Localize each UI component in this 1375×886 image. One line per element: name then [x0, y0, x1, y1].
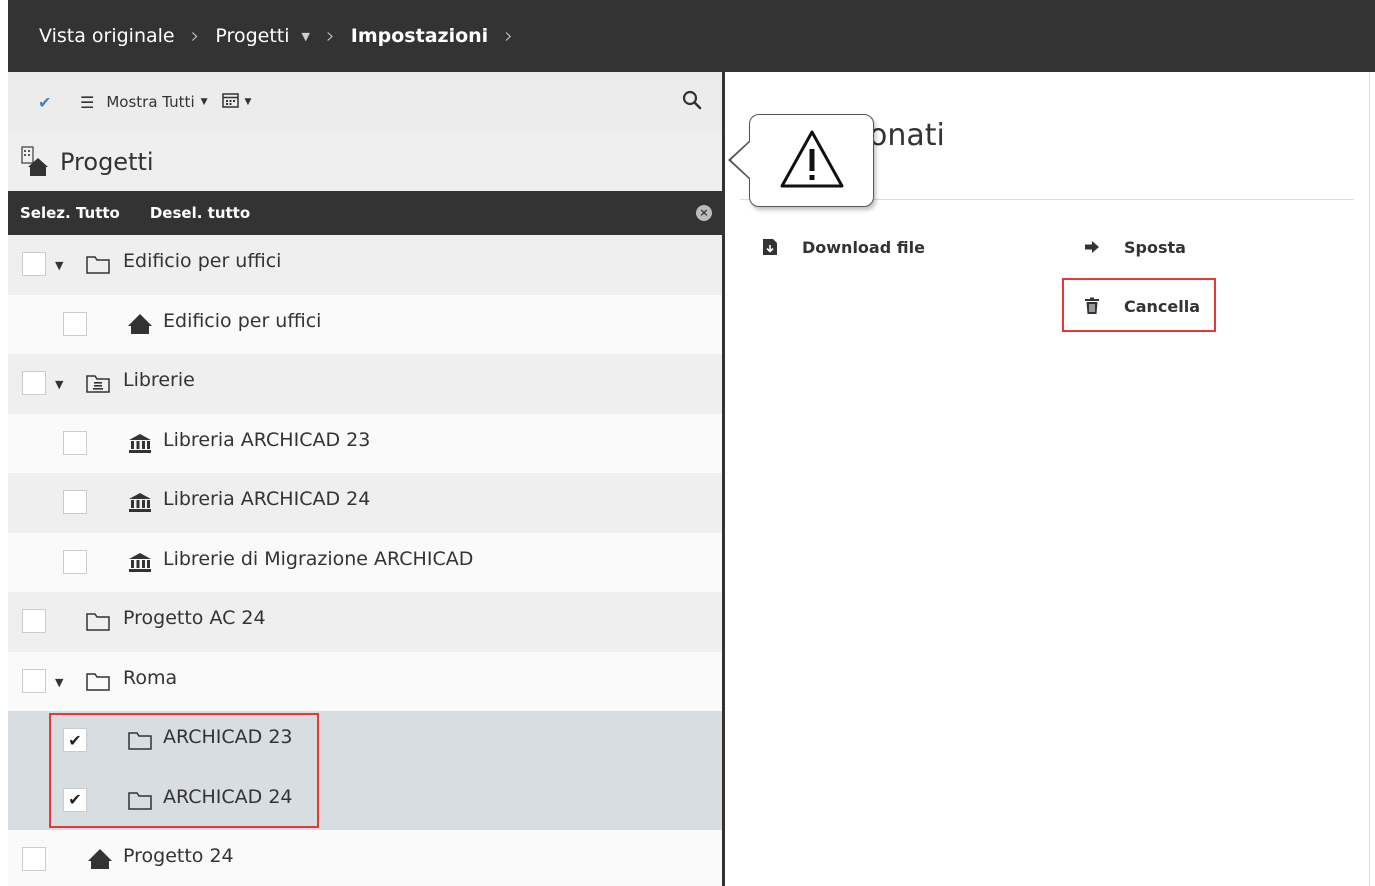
filter-dropdown[interactable]: Mostra Tutti — [106, 93, 194, 111]
tree-item-label: Libreria ARCHICAD 23 — [163, 428, 371, 451]
caret-down-icon[interactable]: ▼ — [245, 97, 252, 107]
tree-row[interactable]: Progetto 24 — [8, 830, 724, 886]
selection-title: onati — [869, 118, 945, 153]
panel-header: Progetti — [8, 132, 724, 191]
breadcrumb-item-vista-originale[interactable]: Vista originale — [39, 25, 175, 47]
calendar-icon[interactable] — [221, 92, 239, 112]
callout-pointer-fill — [731, 141, 751, 179]
breadcrumb-item-progetti[interactable]: Progetti ▼ — [215, 25, 310, 47]
chevron-right-icon: › — [504, 23, 513, 49]
tree-item-label: Librerie di Migrazione ARCHICAD — [163, 547, 474, 570]
warning-icon — [779, 129, 845, 193]
projects-icon — [20, 145, 50, 179]
library-icon — [127, 551, 153, 573]
tree-row[interactable]: Libreria ARCHICAD 23 — [8, 413, 724, 473]
check-icon[interactable]: ✔ — [38, 93, 60, 112]
delete-highlight-box — [1062, 278, 1216, 332]
breadcrumb-item-label: Progetti — [215, 25, 290, 47]
selection-bar: Selez. Tutto Desel. tutto × — [8, 191, 724, 235]
tree-item-label: Edificio per uffici — [123, 250, 282, 272]
tree-row[interactable]: Edificio per uffici — [8, 294, 724, 354]
library-icon — [127, 491, 153, 513]
selection-highlight-box — [49, 713, 319, 828]
close-icon[interactable]: × — [696, 205, 712, 221]
tree-row[interactable]: Progetto AC 24 — [8, 592, 724, 652]
breadcrumb: Vista originale › Progetti ▼ › Impostazi… — [8, 0, 1375, 72]
arrow-right-icon — [1082, 237, 1102, 257]
deselect-all-link[interactable]: Desel. tutto — [150, 204, 250, 222]
folder-icon — [85, 253, 111, 275]
row-checkbox[interactable] — [63, 311, 87, 336]
tree-item-label: Librerie — [123, 369, 195, 391]
chevron-right-icon: › — [325, 23, 335, 49]
chevron-right-icon: › — [190, 23, 200, 49]
panel-toolbar: ✔ ☰ Mostra Tutti ▼ ▼ — [8, 72, 724, 132]
row-checkbox[interactable] — [22, 668, 46, 693]
tree-row[interactable]: Libreria ARCHICAD 24 — [8, 473, 724, 533]
library-folder-icon — [85, 372, 111, 394]
panel-edge — [1369, 72, 1370, 886]
tree-item-label: Progetto 24 — [123, 845, 234, 867]
caret-down-icon[interactable]: ▼ — [55, 259, 63, 272]
row-checkbox[interactable] — [22, 371, 46, 395]
tree-row[interactable]: ▼ Roma — [8, 651, 724, 711]
tree-row[interactable]: ▼ Edificio per uffici — [8, 235, 724, 295]
row-checkbox[interactable] — [63, 430, 87, 455]
tree-row[interactable]: Librerie di Migrazione ARCHICAD — [8, 532, 724, 592]
panel-divider[interactable] — [722, 72, 725, 886]
tree-item-label: Progetto AC 24 — [123, 607, 266, 629]
caret-down-icon[interactable]: ▼ — [55, 378, 63, 391]
move-button[interactable]: Sposta — [1082, 237, 1186, 257]
caret-down-icon[interactable]: ▼ — [201, 97, 208, 107]
house-icon — [127, 313, 153, 335]
row-checkbox[interactable] — [22, 609, 46, 633]
search-icon[interactable] — [682, 90, 702, 112]
library-icon — [127, 432, 153, 454]
list-icon[interactable]: ☰ — [80, 93, 94, 112]
row-checkbox[interactable] — [63, 490, 87, 514]
download-file-label: Download file — [802, 237, 925, 257]
folder-icon — [85, 610, 111, 632]
warning-callout — [749, 114, 874, 207]
caret-down-icon[interactable]: ▼ — [302, 30, 310, 43]
move-label: Sposta — [1124, 237, 1186, 257]
tree-item-label: Libreria ARCHICAD 24 — [163, 488, 371, 510]
row-checkbox[interactable] — [63, 549, 87, 574]
folder-icon — [85, 670, 111, 692]
caret-down-icon[interactable]: ▼ — [55, 676, 63, 689]
row-checkbox[interactable] — [22, 252, 46, 276]
house-icon — [87, 848, 113, 870]
download-file-button[interactable]: Download file — [760, 237, 925, 257]
row-checkbox[interactable] — [22, 847, 46, 871]
tree-row[interactable]: ▼ Librerie — [8, 354, 724, 414]
select-all-link[interactable]: Selez. Tutto — [20, 204, 120, 222]
breadcrumb-item-impostazioni[interactable]: Impostazioni — [351, 25, 488, 47]
tree-item-label: Edificio per uffici — [163, 309, 322, 332]
panel-title: Progetti — [60, 147, 154, 176]
tree-item-label: Roma — [123, 666, 178, 689]
download-icon — [760, 237, 780, 257]
